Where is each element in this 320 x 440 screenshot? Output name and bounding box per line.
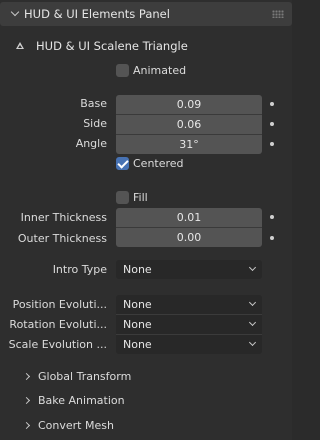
angle-field[interactable]: 31°	[116, 135, 262, 154]
position-evolution-value: None	[123, 298, 152, 311]
subpanel-title: HUD & UI Scalene Triangle	[36, 39, 188, 53]
inner-thickness-field[interactable]: 0.01	[116, 208, 262, 227]
side-label: Side	[83, 117, 107, 130]
intro-type-value: None	[123, 263, 152, 276]
subpanel-header[interactable]: HUD & UI Scalene Triangle	[0, 36, 292, 56]
chevron-down-icon	[248, 298, 257, 307]
chevron-down-icon	[248, 318, 257, 327]
angle-keyframe-dot[interactable]	[270, 142, 274, 146]
panel-header[interactable]: HUD & UI Elements Panel	[0, 2, 292, 26]
rotation-evolution-dropdown[interactable]: None	[116, 315, 262, 334]
position-evolution-dropdown[interactable]: None	[116, 295, 262, 314]
hud-ui-elements-panel: HUD & UI Elements Panel HUD & UI Scalene…	[0, 0, 292, 440]
bake-animation-section[interactable]: Bake Animation	[0, 391, 292, 411]
rotation-evolution-label: Rotation Evoluti...	[9, 318, 107, 331]
intro-type-dropdown[interactable]: None	[116, 260, 262, 279]
base-label: Base	[80, 97, 107, 110]
chevron-right-icon	[22, 421, 31, 430]
position-evolution-label: Position Evoluti...	[12, 298, 107, 311]
panel-title: HUD & UI Elements Panel	[24, 7, 170, 21]
animated-label: Animated	[133, 64, 187, 77]
outer-thickness-keyframe-dot[interactable]	[270, 236, 274, 240]
base-keyframe-dot[interactable]	[270, 102, 274, 106]
triangle-icon	[16, 42, 24, 49]
chevron-right-icon	[22, 396, 31, 405]
global-transform-section[interactable]: Global Transform	[0, 367, 292, 387]
chevron-down-icon	[248, 338, 257, 347]
chevron-down-icon[interactable]	[10, 7, 20, 17]
centered-label: Centered	[133, 157, 184, 170]
drag-grip-icon[interactable]	[272, 10, 284, 18]
outer-thickness-field[interactable]: 0.00	[116, 228, 262, 247]
animated-checkbox[interactable]	[116, 64, 129, 77]
scale-evolution-value: None	[123, 338, 152, 351]
centered-checkbox[interactable]	[116, 157, 129, 170]
outer-thickness-label: Outer Thickness	[17, 232, 107, 245]
base-field[interactable]: 0.09	[116, 95, 262, 114]
scale-evolution-label: Scale Evolution ...	[8, 338, 107, 351]
rotation-evolution-value: None	[123, 318, 152, 331]
fill-label: Fill	[133, 191, 148, 204]
side-keyframe-dot[interactable]	[270, 122, 274, 126]
global-transform-label: Global Transform	[38, 370, 132, 383]
convert-mesh-label: Convert Mesh	[38, 419, 114, 432]
bake-animation-label: Bake Animation	[38, 394, 125, 407]
chevron-right-icon	[22, 372, 31, 381]
fill-checkbox[interactable]	[116, 191, 129, 204]
scale-evolution-dropdown[interactable]: None	[116, 335, 262, 354]
side-field[interactable]: 0.06	[116, 115, 262, 134]
inner-thickness-keyframe-dot[interactable]	[270, 215, 274, 219]
convert-mesh-section[interactable]: Convert Mesh	[0, 416, 292, 436]
inner-thickness-label: Inner Thickness	[20, 211, 107, 224]
intro-type-label: Intro Type	[52, 263, 107, 276]
chevron-down-icon	[248, 263, 257, 272]
angle-label: Angle	[75, 137, 107, 150]
